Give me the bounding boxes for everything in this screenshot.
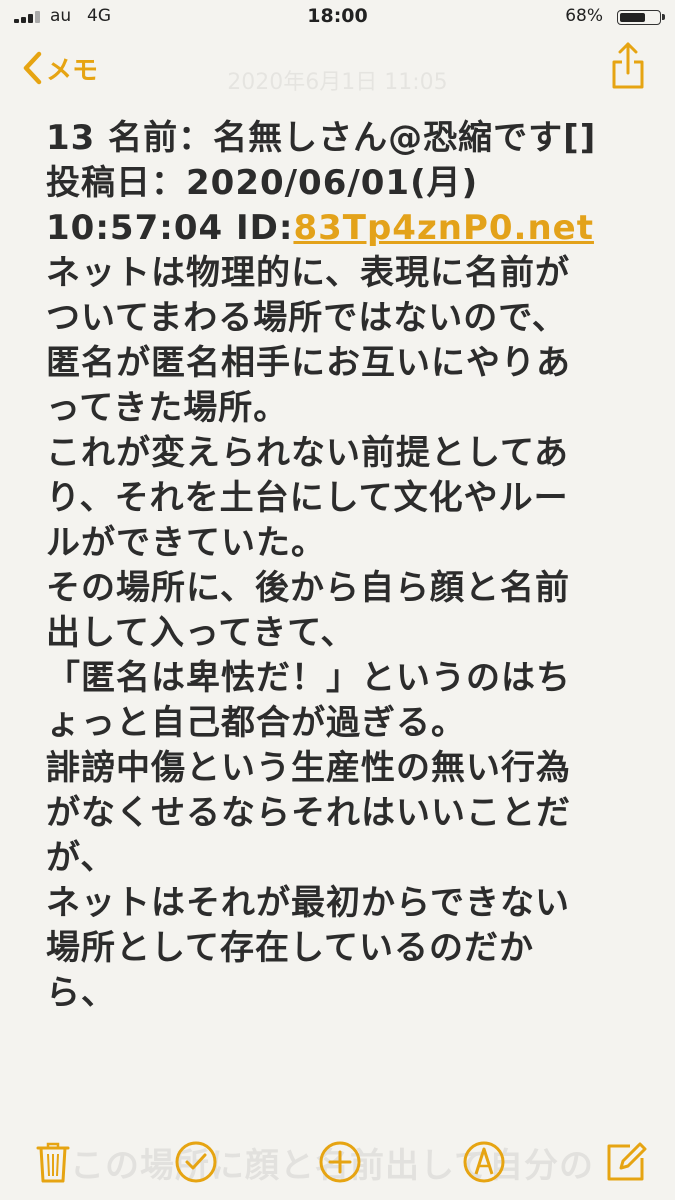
- note-line: これが変えられない前提としてあ: [46, 433, 569, 473]
- navigation-bar: メモ 2020年6月1日 11:05: [0, 34, 675, 104]
- checklist-icon: [175, 1141, 217, 1183]
- markup-icon: [463, 1141, 505, 1183]
- markup-button[interactable]: [462, 1140, 506, 1184]
- note-line: 出して入ってきて、: [46, 613, 356, 653]
- note-line: ら、: [46, 973, 116, 1013]
- post-header-name: 13 名前：名無しさん@恐縮です[]: [46, 118, 597, 158]
- bottom-toolbar: この場所に顔と名前出して自分の: [0, 1130, 675, 1200]
- trash-icon: [36, 1142, 70, 1183]
- status-bar: au 4G 18:00 68%: [0, 0, 675, 34]
- share-icon: [612, 42, 644, 89]
- battery-icon: [617, 10, 665, 25]
- delete-button[interactable]: [36, 1140, 70, 1184]
- add-button[interactable]: [318, 1140, 362, 1184]
- share-button[interactable]: [611, 40, 645, 94]
- note-line: ついてまわる場所ではないので、: [46, 298, 567, 338]
- note-line: がなくせるならそれはいいことだ: [46, 793, 571, 833]
- compose-icon: [607, 1142, 647, 1181]
- note-line: ネットは物理的に、表現に名前が: [46, 253, 570, 293]
- note-line: その場所に、後から自ら顔と名前: [46, 568, 570, 608]
- note-line: ネットはそれが最初からできない: [46, 883, 570, 923]
- post-time-id-prefix: 10:57:04 ID:: [46, 208, 294, 248]
- battery-fill: [620, 13, 645, 22]
- note-line: ルができていた。: [46, 523, 326, 563]
- checklist-button[interactable]: [174, 1140, 218, 1184]
- note-body[interactable]: 13 名前：名無しさん@恐縮です[] 投稿日：2020/06/01(月) 10:…: [46, 116, 646, 1016]
- note-date: 2020年6月1日 11:05: [227, 70, 448, 95]
- note-line: ょっと自己都合が過ぎる。: [46, 703, 466, 743]
- note-line: 「匿名は卑怯だ！」というのはち: [46, 658, 571, 698]
- add-icon: [319, 1141, 361, 1183]
- post-header-date: 投稿日：2020/06/01(月): [46, 163, 479, 203]
- compose-button[interactable]: [604, 1140, 648, 1184]
- battery-percentage: 68%: [565, 6, 603, 26]
- note-line: り、それを土台にして文化やルー: [46, 478, 569, 518]
- note-line: が、: [46, 838, 116, 878]
- note-line: 誹謗中傷という生産性の無い行為: [46, 748, 571, 788]
- note-line: ってきた場所。: [46, 388, 289, 428]
- note-line: 匿名が匿名相手にお互いにやりあ: [46, 343, 571, 383]
- post-id-link[interactable]: 83Tp4znP0.net: [293, 208, 594, 248]
- post-header-time-id: 10:57:04 ID:83Tp4znP0.net: [46, 206, 646, 251]
- note-line: 場所として存在しているのだか: [46, 928, 534, 968]
